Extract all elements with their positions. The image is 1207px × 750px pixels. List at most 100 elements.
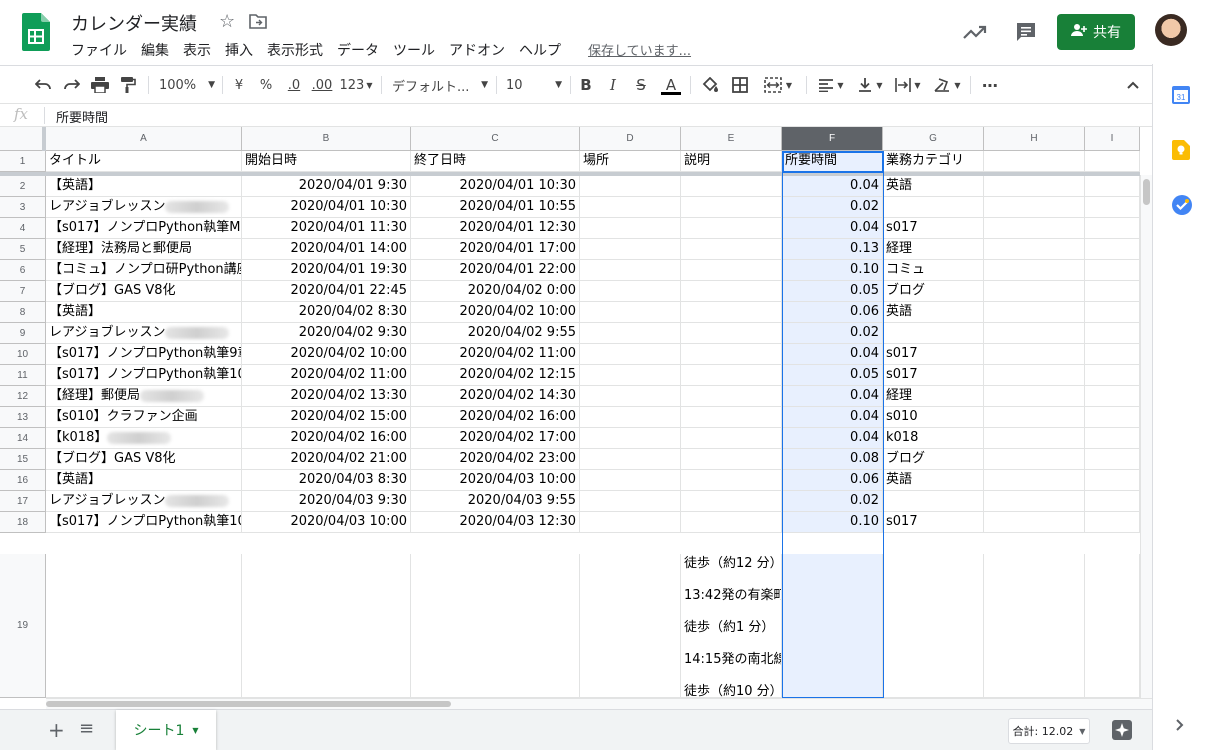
- row-header[interactable]: 16: [0, 470, 46, 491]
- paint-format-icon[interactable]: [118, 74, 138, 96]
- cell-start[interactable]: 2020/04/02 13:30: [242, 386, 411, 407]
- cell-title[interactable]: [46, 554, 242, 698]
- cell-end[interactable]: 2020/04/02 11:00: [411, 344, 580, 365]
- cell-duration[interactable]: 0.10: [782, 512, 883, 533]
- star-icon[interactable]: ☆: [219, 11, 235, 32]
- more-formats-button[interactable]: 123 ▼: [339, 74, 373, 96]
- column-header-g[interactable]: G: [883, 127, 984, 151]
- row-header[interactable]: 8: [0, 302, 46, 323]
- cell-place[interactable]: [580, 323, 681, 344]
- cell-desc[interactable]: [681, 239, 782, 260]
- cell-start[interactable]: 開始日時: [242, 151, 411, 172]
- cell-i[interactable]: [1085, 428, 1140, 449]
- cell-category[interactable]: 経理: [883, 239, 984, 260]
- more-options-icon[interactable]: ⋯: [980, 74, 1000, 96]
- cell-start[interactable]: 2020/04/01 22:45: [242, 281, 411, 302]
- cell-end[interactable]: 2020/04/02 0:00: [411, 281, 580, 302]
- cell-i[interactable]: [1085, 386, 1140, 407]
- cell-category[interactable]: ブログ: [883, 449, 984, 470]
- zoom-select[interactable]: 100% ▼: [158, 74, 216, 96]
- formula-input[interactable]: 所要時間: [56, 107, 108, 126]
- cell-place[interactable]: [580, 554, 681, 698]
- cell-h[interactable]: [984, 428, 1085, 449]
- explore-icon[interactable]: [1112, 720, 1132, 744]
- cell-desc[interactable]: [681, 344, 782, 365]
- cell-h[interactable]: [984, 449, 1085, 470]
- add-sheet-button[interactable]: +: [48, 718, 65, 742]
- cell-i[interactable]: [1085, 491, 1140, 512]
- row-header[interactable]: 4: [0, 218, 46, 239]
- cell-end[interactable]: 2020/04/02 14:30: [411, 386, 580, 407]
- sum-indicator[interactable]: 合計: 12.02 ▼: [1008, 718, 1090, 744]
- cell-duration[interactable]: 0.04: [782, 428, 883, 449]
- cell-category[interactable]: [883, 323, 984, 344]
- cell-desc[interactable]: 徒歩（約12 分） 13:42発の有楽町 徒歩（約1 分） 14:15発の南北線 徒歩（…: [681, 554, 782, 698]
- cell-i[interactable]: [1085, 151, 1140, 172]
- cell-desc[interactable]: [681, 470, 782, 491]
- menu-insert[interactable]: 挿入: [225, 40, 253, 60]
- cell-category[interactable]: s010: [883, 407, 984, 428]
- cell-category[interactable]: コミュ: [883, 260, 984, 281]
- cell-category[interactable]: s017: [883, 512, 984, 533]
- cell-desc[interactable]: [681, 428, 782, 449]
- menu-view[interactable]: 表示: [183, 40, 211, 60]
- increase-decimal-button[interactable]: .00: [310, 74, 334, 96]
- vertical-align-icon[interactable]: ▼: [853, 74, 887, 96]
- cell-title[interactable]: 【s017】ノンプロPython執筆10章: [46, 512, 242, 533]
- cell-desc[interactable]: [681, 407, 782, 428]
- menu-tools[interactable]: ツール: [393, 40, 435, 60]
- share-button[interactable]: 共有: [1057, 14, 1135, 50]
- cell-place[interactable]: [580, 281, 681, 302]
- row-header[interactable]: 19: [0, 554, 46, 698]
- cell-h[interactable]: [984, 365, 1085, 386]
- cell-end[interactable]: 2020/04/03 10:00: [411, 470, 580, 491]
- row-header[interactable]: 10: [0, 344, 46, 365]
- merge-cells-icon[interactable]: ▼: [758, 74, 798, 96]
- cell-desc[interactable]: [681, 449, 782, 470]
- cell-category[interactable]: 英語: [883, 302, 984, 323]
- text-wrapping-icon[interactable]: ▼: [891, 74, 925, 96]
- cell-start[interactable]: 2020/04/02 8:30: [242, 302, 411, 323]
- cell-category[interactable]: [883, 554, 984, 698]
- cell-place[interactable]: [580, 344, 681, 365]
- cell-i[interactable]: [1085, 197, 1140, 218]
- cell-end[interactable]: 2020/04/01 22:00: [411, 260, 580, 281]
- row-header[interactable]: 6: [0, 260, 46, 281]
- cell-duration[interactable]: 0.04: [782, 407, 883, 428]
- cell-start[interactable]: 2020/04/03 9:30: [242, 491, 411, 512]
- column-header-i[interactable]: I: [1085, 127, 1140, 151]
- document-title[interactable]: カレンダー実績: [71, 10, 197, 36]
- font-size-select[interactable]: 10 ▼: [506, 74, 562, 96]
- cell-duration[interactable]: 0.02: [782, 491, 883, 512]
- cell-duration[interactable]: 0.05: [782, 281, 883, 302]
- cell-place[interactable]: [580, 407, 681, 428]
- cell-desc[interactable]: [681, 302, 782, 323]
- cell-title[interactable]: 【経理】郵便局: [46, 386, 242, 407]
- strikethrough-button[interactable]: S: [632, 74, 650, 96]
- cell-title[interactable]: 【k018】: [46, 428, 242, 449]
- cell-duration[interactable]: 0.04: [782, 176, 883, 197]
- menu-addons[interactable]: アドオン: [449, 40, 505, 60]
- cell-desc[interactable]: [681, 512, 782, 533]
- cell-end[interactable]: 2020/04/02 23:00: [411, 449, 580, 470]
- cell-start[interactable]: 2020/04/02 10:00: [242, 344, 411, 365]
- cell-duration[interactable]: 0.10: [782, 260, 883, 281]
- cell-start[interactable]: 2020/04/03 8:30: [242, 470, 411, 491]
- row-header[interactable]: 12: [0, 386, 46, 407]
- cell-i[interactable]: [1085, 449, 1140, 470]
- column-header-e[interactable]: E: [681, 127, 782, 151]
- cell-end[interactable]: 2020/04/03 12:30: [411, 512, 580, 533]
- cell-category[interactable]: 英語: [883, 470, 984, 491]
- borders-icon[interactable]: [729, 74, 751, 96]
- cell-h[interactable]: [984, 151, 1085, 172]
- cell-end[interactable]: 2020/04/02 9:55: [411, 323, 580, 344]
- cell-i[interactable]: [1085, 218, 1140, 239]
- vertical-scrollbar[interactable]: [1140, 175, 1152, 698]
- cell-category[interactable]: [883, 197, 984, 218]
- menu-data[interactable]: データ: [337, 40, 379, 60]
- collapse-menus-icon[interactable]: [1124, 74, 1142, 96]
- cell-desc[interactable]: [681, 386, 782, 407]
- cell-place[interactable]: [580, 302, 681, 323]
- cell-title[interactable]: 【コミュ】ノンプロ研Python講座: [46, 260, 242, 281]
- cell-h[interactable]: [984, 197, 1085, 218]
